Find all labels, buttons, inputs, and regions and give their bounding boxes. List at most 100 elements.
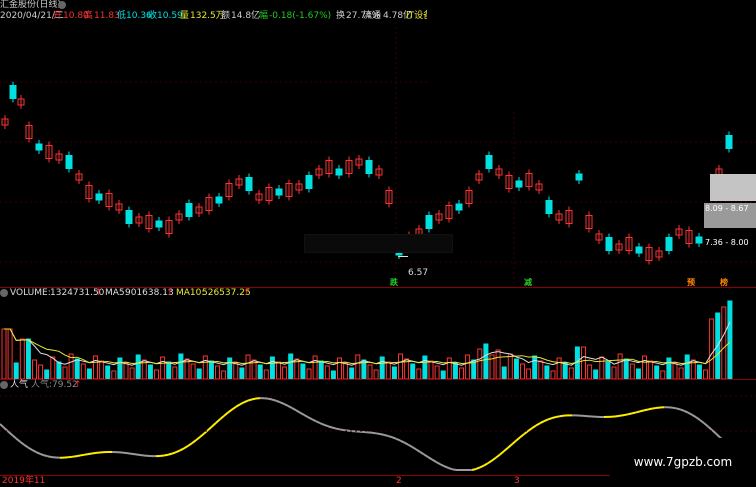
- volume-bar: [696, 364, 702, 380]
- volume-bar: [587, 364, 593, 380]
- popularity-segment: [39, 452, 45, 457]
- black-overlay-panel: [427, 0, 756, 112]
- volume-bar: [367, 364, 373, 380]
- volume-bar: [86, 368, 92, 380]
- popularity-segment: [79, 453, 85, 457]
- volume-header: VOLUME: 1324731.50 ↑ MA5: 901638.13 ↑ MA…: [0, 288, 756, 299]
- candle-down: [275, 188, 283, 196]
- volume-bar: [660, 370, 666, 380]
- volume-bar: [355, 354, 361, 380]
- popularity-segment: [419, 451, 425, 456]
- volume-bar: [483, 343, 489, 380]
- volume-bar: [703, 369, 708, 380]
- popularity-segment: [231, 405, 237, 411]
- volume-bar: [465, 354, 471, 380]
- volume-bar: [196, 368, 202, 380]
- popularity-segment: [247, 398, 253, 402]
- popularity-segment: [687, 411, 693, 416]
- popularity-segment: [535, 422, 541, 427]
- volume-label: VOLUME:: [10, 288, 51, 298]
- popularity-segment: [427, 456, 433, 461]
- volume-bar: [154, 369, 159, 380]
- popularity-segment: [299, 411, 305, 416]
- volume-bar: [550, 370, 556, 380]
- candle-down: [665, 237, 673, 251]
- volume-bar: [684, 354, 690, 380]
- popularity-segment: [491, 456, 497, 462]
- popularity-segment: [639, 409, 645, 413]
- popularity-segment: [499, 450, 505, 456]
- volume-bar: [32, 359, 37, 380]
- volume-bar: [99, 360, 105, 380]
- popularity-segment: [75, 454, 81, 458]
- volume-bar: [495, 349, 501, 380]
- popularity-segment: [27, 446, 33, 451]
- volume-bar: [7, 328, 13, 380]
- popularity-segment: [275, 399, 281, 404]
- x-axis-tick-2: 2: [396, 476, 402, 486]
- popularity-segment: [551, 416, 557, 420]
- candle-down: [455, 203, 463, 211]
- popularity-segment: [91, 451, 97, 455]
- popularity-segment: [327, 425, 333, 429]
- volume-bar: [410, 363, 416, 380]
- popularity-segment: [511, 440, 517, 446]
- volume-bar: [599, 356, 605, 380]
- volume-bar: [507, 353, 513, 380]
- volume-value: 132.5万: [190, 11, 225, 21]
- popularity-segment: [643, 408, 649, 412]
- volume-up-arrow: ↑: [95, 288, 103, 298]
- volume-chart[interactable]: [0, 300, 756, 380]
- popularity-segment: [235, 403, 241, 408]
- volume-bar: [349, 367, 355, 380]
- popularity-segment: [503, 446, 509, 452]
- volume-bar: [202, 355, 208, 380]
- candle-down: [365, 160, 373, 174]
- popularity-segment: [623, 413, 629, 417]
- volume-bar: [422, 355, 428, 380]
- popularity-segment: [295, 409, 301, 414]
- float-label: 流通: [363, 11, 382, 21]
- popularity-segment: [171, 451, 177, 455]
- popularity-segment: [435, 461, 441, 465]
- volume-bar: [80, 363, 86, 380]
- volume-bar: [727, 300, 733, 380]
- volume-bar: [135, 354, 141, 380]
- candle-down: [9, 85, 17, 99]
- popularity-segment: [0, 423, 5, 429]
- popularity-segment: [675, 407, 681, 411]
- volume-bar: [605, 361, 611, 380]
- volume-bar: [581, 346, 586, 380]
- popularity-segment: [699, 419, 705, 424]
- popularity-segment: [703, 422, 709, 428]
- popularity-segment: [23, 443, 29, 449]
- popularity-segment: [31, 449, 37, 453]
- volume-bar: [623, 358, 629, 380]
- volume-bar: [520, 363, 525, 380]
- popularity-segment: [555, 415, 561, 418]
- popularity-segment: [227, 408, 233, 414]
- popularity-segment: [11, 434, 17, 440]
- popularity-segment: [399, 439, 405, 444]
- popularity-segment: [183, 445, 189, 450]
- stock-title[interactable]: 汇金股份(日线): [0, 0, 61, 11]
- volume-menu-icon[interactable]: [0, 289, 8, 297]
- ma5-line: [4, 321, 731, 366]
- volume-bar: [440, 370, 446, 380]
- popularity-segment: [515, 436, 521, 442]
- popularity-segment: [559, 414, 565, 418]
- candle-down: [605, 237, 613, 251]
- volume-bar: [446, 357, 452, 380]
- change-value: -0.18(-1.67%): [269, 11, 332, 21]
- volume-label: 量: [180, 11, 190, 21]
- volume-bar: [105, 365, 111, 380]
- popularity-segment: [239, 401, 245, 406]
- candle-down: [215, 196, 223, 204]
- popularity-segment: [279, 401, 285, 405]
- volume-bar: [227, 357, 233, 380]
- volume-bar: [672, 362, 678, 380]
- popularity-segment: [531, 424, 537, 429]
- dropdown-icon[interactable]: [58, 1, 66, 9]
- popularity-segment: [651, 406, 657, 410]
- candle-down: [695, 236, 703, 244]
